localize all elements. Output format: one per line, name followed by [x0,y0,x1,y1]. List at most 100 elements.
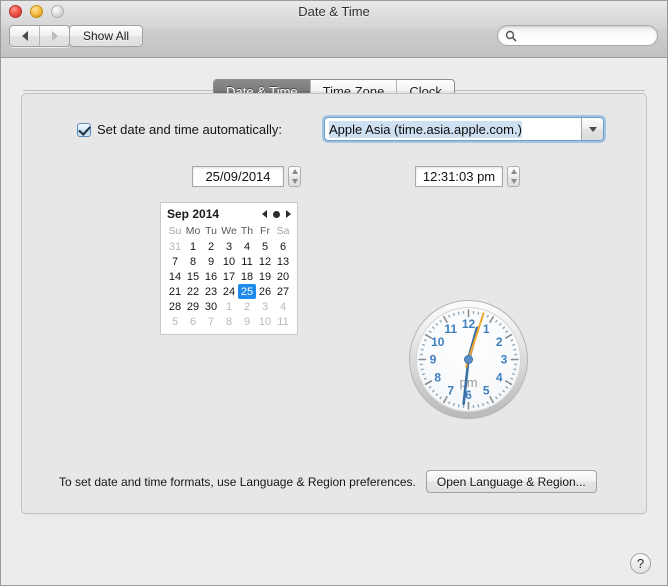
calendar-day[interactable]: 31 [166,239,184,254]
calendar-day[interactable]: 3 [220,239,238,254]
calendar-weekday-sa: Sa [276,225,290,237]
back-button[interactable] [10,26,39,46]
calendar-day[interactable]: 18 [238,269,256,284]
clock-numeral-12: 12 [462,317,476,331]
chevron-right-icon [51,31,58,41]
calendar-day[interactable]: 8 [220,314,238,329]
stepper-up-icon[interactable] [510,169,517,175]
clock-minute-tick [482,403,485,407]
calendar-body: 31 1 2 3 4 5 6 7 8 9 10 11 12 13 14 15 16 17 18 19 20 21 22 23 2… [166,239,292,329]
calendar-prev-icon[interactable] [262,210,267,218]
calendar-day[interactable]: 10 [256,314,274,329]
calendar-day[interactable]: 9 [202,254,220,269]
clock-numeral-7: 7 [447,383,454,397]
show-all-button[interactable]: Show All [69,25,144,47]
calendar-today-icon[interactable] [273,210,280,218]
forward-button[interactable] [39,26,69,46]
search-input[interactable] [522,29,650,42]
calendar-day[interactable]: 4 [238,239,256,254]
calendar-weekday-row: Su Mo Tu We Th Fr Sa [166,224,292,239]
date-stepper[interactable] [288,166,301,187]
clock-minute-tick [498,322,502,326]
clock-minute-tick [421,373,425,376]
clock-numeral-10: 10 [431,335,445,349]
set-automatically-checkbox[interactable] [77,122,91,137]
calendar-day[interactable]: 9 [238,314,256,329]
clock-minute-tick [505,330,509,333]
calendar-day[interactable]: 13 [274,254,292,269]
calendar-day[interactable]: 5 [256,239,274,254]
calendar-day[interactable]: 1 [184,239,202,254]
calendar-weekday-we: We [221,225,237,237]
chevron-down-icon [588,126,597,132]
time-server-dropdown-button[interactable] [581,118,603,140]
calendar-day[interactable]: 2 [202,239,220,254]
clock-minute-tick [428,330,432,333]
clock-numeral-2: 2 [496,335,503,349]
calendar-day[interactable]: 7 [202,314,220,329]
clock-minute-tick [428,386,432,389]
calendar-day[interactable]: 3 [256,299,274,314]
clock-minute-tick [439,396,442,400]
clock-numeral-5: 5 [483,383,490,397]
calendar-day[interactable]: 28 [166,299,184,314]
clock-minute-tick [495,396,498,400]
calendar-day[interactable]: 15 [184,269,202,284]
stepper-up-icon[interactable] [291,169,298,175]
calendar-day[interactable]: 16 [202,269,220,284]
calendar-day[interactable]: 10 [220,254,238,269]
calendar-day[interactable]: 24 [220,284,238,299]
stepper-down-icon[interactable] [291,178,298,184]
time-server-combobox[interactable]: Apple Asia (time.asia.apple.com.) [324,117,604,141]
calendar-week-row: 31 1 2 3 4 5 6 [166,239,292,254]
search-field[interactable] [497,25,658,46]
calendar-day[interactable]: 12 [256,254,274,269]
calendar-day-selected[interactable]: 25 [238,284,256,299]
calendar-day[interactable]: 17 [220,269,238,284]
calendar-widget[interactable]: Sep 2014 Su Mo Tu We Th Fr Sa 31 1 2 3 4 5 6 7 8 9 10 11 1… [160,202,298,335]
auto-set-row: Set date and time automatically: [77,122,282,137]
stepper-down-icon[interactable] [510,178,517,184]
calendar-day[interactable]: 23 [202,284,220,299]
calendar-day[interactable]: 1 [220,299,238,314]
calendar-day[interactable]: 7 [166,254,184,269]
calendar-day[interactable]: 8 [184,254,202,269]
clock-minute-tick [423,339,427,342]
clock-minute-tick [486,401,489,405]
footer-row: To set date and time formats, use Langua… [59,470,597,493]
time-field-group: 12:31:03 pm [415,166,520,187]
clock-minute-tick [498,393,502,397]
analog-clock: 1234567891011 12 pm [409,300,528,419]
open-language-region-button[interactable]: Open Language & Region... [425,470,597,493]
clock-minute-tick [448,401,451,405]
calendar-day[interactable]: 6 [274,239,292,254]
calendar-day[interactable]: 2 [238,299,256,314]
calendar-day[interactable]: 26 [256,284,274,299]
clock-minute-tick [439,319,442,323]
time-input[interactable]: 12:31:03 pm [415,166,503,187]
calendar-day[interactable]: 19 [256,269,274,284]
calendar-day[interactable]: 30 [202,299,220,314]
calendar-day[interactable]: 27 [274,284,292,299]
calendar-day[interactable]: 6 [184,314,202,329]
time-server-value[interactable]: Apple Asia (time.asia.apple.com.) [325,118,581,140]
navigation-buttons [9,25,70,47]
calendar-next-icon[interactable] [286,210,291,218]
calendar-day[interactable]: 4 [274,299,292,314]
date-input[interactable]: 25/09/2014 [192,166,284,187]
calendar-weekday-fr: Fr [260,225,270,237]
calendar-day[interactable]: 20 [274,269,292,284]
time-stepper[interactable] [507,166,520,187]
calendar-day[interactable]: 14 [166,269,184,284]
help-button[interactable]: ? [630,553,651,574]
calendar-day[interactable]: 29 [184,299,202,314]
calendar-day[interactable]: 5 [166,314,184,329]
calendar-day[interactable]: 22 [184,284,202,299]
calendar-day[interactable]: 11 [274,314,292,329]
clock-minute-tick [495,319,498,323]
calendar-day[interactable]: 21 [166,284,184,299]
clock-numeral-8: 8 [434,370,441,384]
window-titlebar: Date & Time Show All [1,1,667,58]
calendar-day[interactable]: 11 [238,254,256,269]
clock-minute-tick [435,393,439,397]
